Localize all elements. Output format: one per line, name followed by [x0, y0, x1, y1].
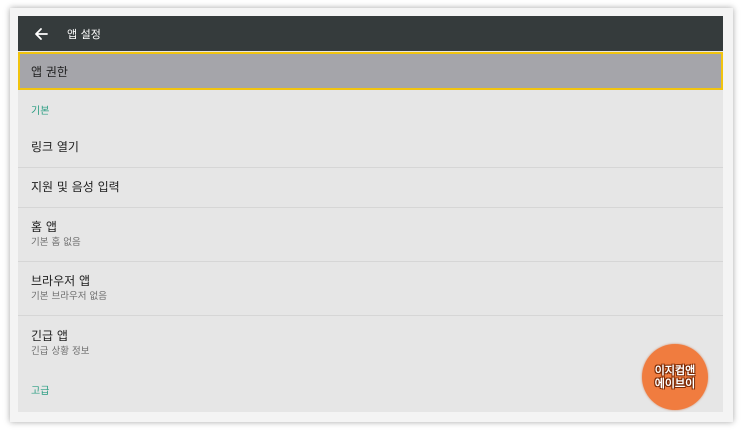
page-title: 앱 설정 — [67, 27, 101, 41]
item-title: 긴급 앱 — [31, 328, 68, 343]
watermark-logo: 이지컴앤 에이브이 — [642, 344, 708, 410]
item-title: 홈 앱 — [31, 220, 57, 234]
assist-voice-input-item[interactable]: 지원 및 음성 입력 — [18, 168, 723, 208]
home-app-item[interactable]: 홈 앱 기본 홈 없음 — [18, 208, 723, 262]
settings-list: 앱 권한 기본 링크 열기 지원 및 음성 입력 홈 앱 기본 홈 없음 브라우… — [18, 52, 723, 408]
back-button[interactable] — [30, 23, 52, 45]
open-links-item[interactable]: 링크 열기 — [18, 128, 723, 168]
item-title: 브라우저 앱 — [31, 274, 91, 288]
watermark-line-2: 에이브이 — [654, 377, 696, 390]
item-subtitle: 긴급 상황 정보 — [31, 345, 90, 357]
item-subtitle: 기본 브라우저 없음 — [31, 291, 107, 302]
browser-app-item[interactable]: 브라우저 앱 기본 브라우저 없음 — [18, 262, 723, 316]
item-subtitle: 기본 홈 없음 — [31, 237, 81, 248]
settings-screen: 앱 설정 앱 권한 기본 링크 열기 지원 및 음성 입력 홈 앱 기본 홈 없… — [18, 16, 723, 412]
watermark-line-1: 이지컴앤 — [654, 364, 696, 377]
app-permissions-item[interactable]: 앱 권한 — [18, 52, 723, 90]
section-header-advanced: 고급 — [31, 385, 50, 397]
screenshot-frame: 앱 설정 앱 권한 기본 링크 열기 지원 및 음성 입력 홈 앱 기본 홈 없… — [10, 8, 733, 422]
arrow-left-icon — [35, 27, 48, 40]
item-title: 링크 열기 — [31, 140, 79, 154]
emergency-app-item[interactable]: 긴급 앱 긴급 상황 정보 — [18, 316, 723, 370]
app-bar: 앱 설정 — [18, 16, 723, 51]
app-permissions-label: 앱 권한 — [31, 64, 68, 79]
section-header-basic: 기본 — [31, 105, 50, 117]
item-title: 지원 및 음성 입력 — [31, 180, 120, 194]
